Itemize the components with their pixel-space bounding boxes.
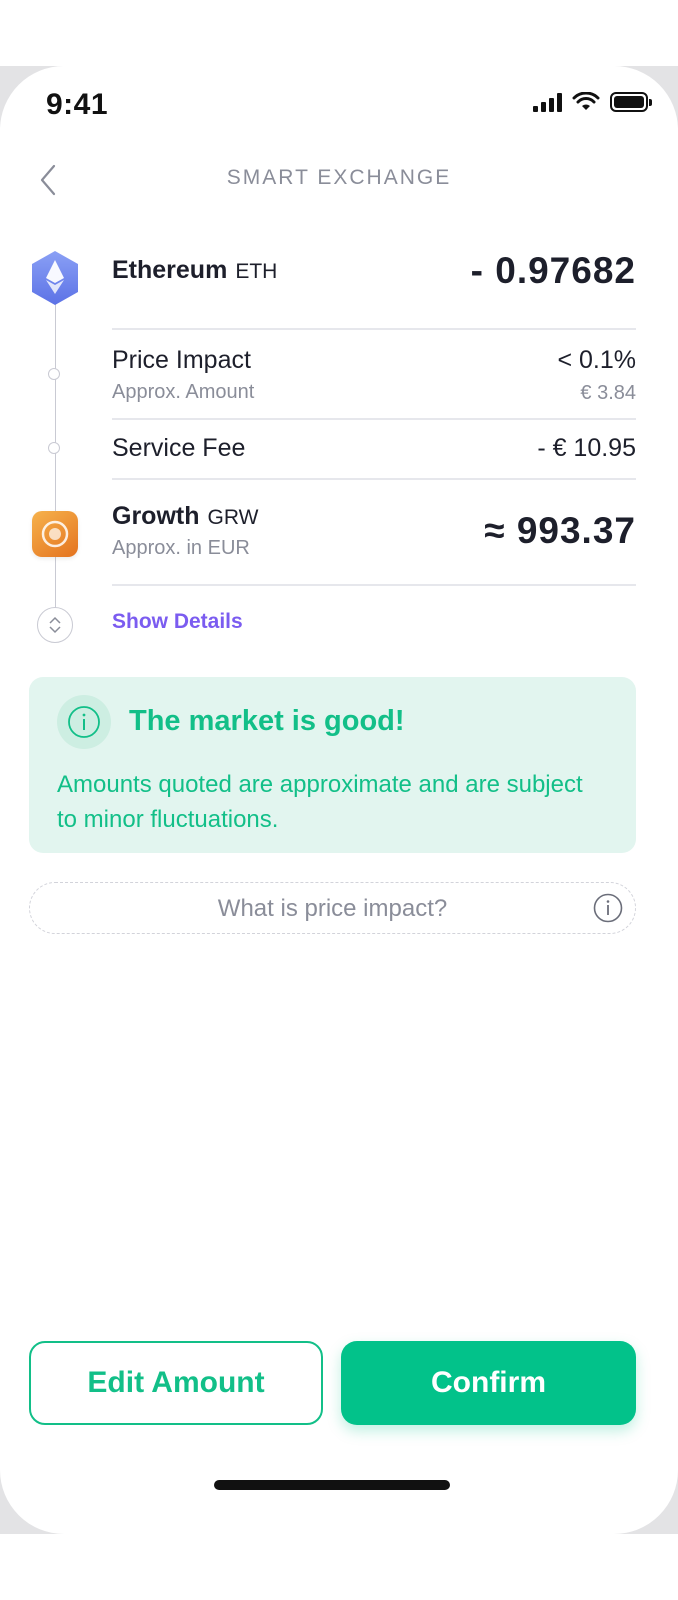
price-impact-sublabel: Approx. Amount — [112, 381, 255, 403]
price-impact-value: < 0.1% — [557, 346, 636, 374]
page-title: SMART EXCHANGE — [226, 166, 452, 189]
battery-icon — [610, 92, 652, 112]
help-link-text: What is price impact? — [217, 895, 448, 922]
ethereum-icon — [30, 250, 80, 306]
info-icon — [57, 695, 111, 749]
confirm-button[interactable]: Confirm — [341, 1341, 636, 1425]
divider — [112, 478, 636, 480]
app-screen: 9:41 SMART EXCHANGE Ethereum ETH - 0.976… — [0, 66, 678, 1534]
from-asset-amount: - 0.97682 — [470, 250, 636, 291]
to-asset-ticker: GRW — [207, 506, 259, 529]
from-asset-ticker: ETH — [235, 260, 278, 283]
info-card-title: The market is good! — [129, 705, 405, 737]
wifi-icon — [572, 92, 600, 110]
from-asset-row: Ethereum ETH - 0.97682 — [112, 250, 636, 300]
growth-coin-icon — [32, 511, 78, 557]
timeline-dot-price-impact — [48, 368, 60, 380]
timeline-dot-service-fee — [48, 442, 60, 454]
status-icons — [533, 92, 652, 112]
to-asset-name: Growth — [112, 502, 200, 530]
price-impact-help-link[interactable]: What is price impact? — [29, 882, 636, 934]
expand-details-icon[interactable] — [37, 607, 73, 643]
home-indicator[interactable] — [214, 1480, 450, 1490]
edit-amount-button[interactable]: Edit Amount — [29, 1341, 323, 1425]
to-asset-amount: ≈ 993.37 — [484, 510, 636, 551]
timeline-connector — [55, 304, 56, 608]
divider — [112, 328, 636, 330]
status-time: 9:41 — [46, 88, 109, 121]
service-fee-value: - € 10.95 — [537, 434, 636, 462]
to-asset-row: Growth GRW Approx. in EUR ≈ 993.37 — [112, 502, 636, 572]
divider — [112, 418, 636, 420]
price-impact-subvalue: € 3.84 — [580, 382, 636, 404]
signal-icon — [533, 92, 562, 112]
show-details-link[interactable]: Show Details — [112, 610, 243, 634]
price-impact-row: Price Impact Approx. Amount < 0.1% € 3.8… — [112, 346, 636, 410]
from-asset-name: Ethereum — [112, 256, 228, 284]
divider — [112, 584, 636, 586]
info-card-body: Amounts quoted are approximate and are s… — [57, 771, 583, 833]
service-fee-row: Service Fee - € 10.95 — [112, 434, 636, 468]
market-info-card: The market is good! Amounts quoted are a… — [29, 677, 636, 853]
info-icon — [593, 893, 623, 923]
